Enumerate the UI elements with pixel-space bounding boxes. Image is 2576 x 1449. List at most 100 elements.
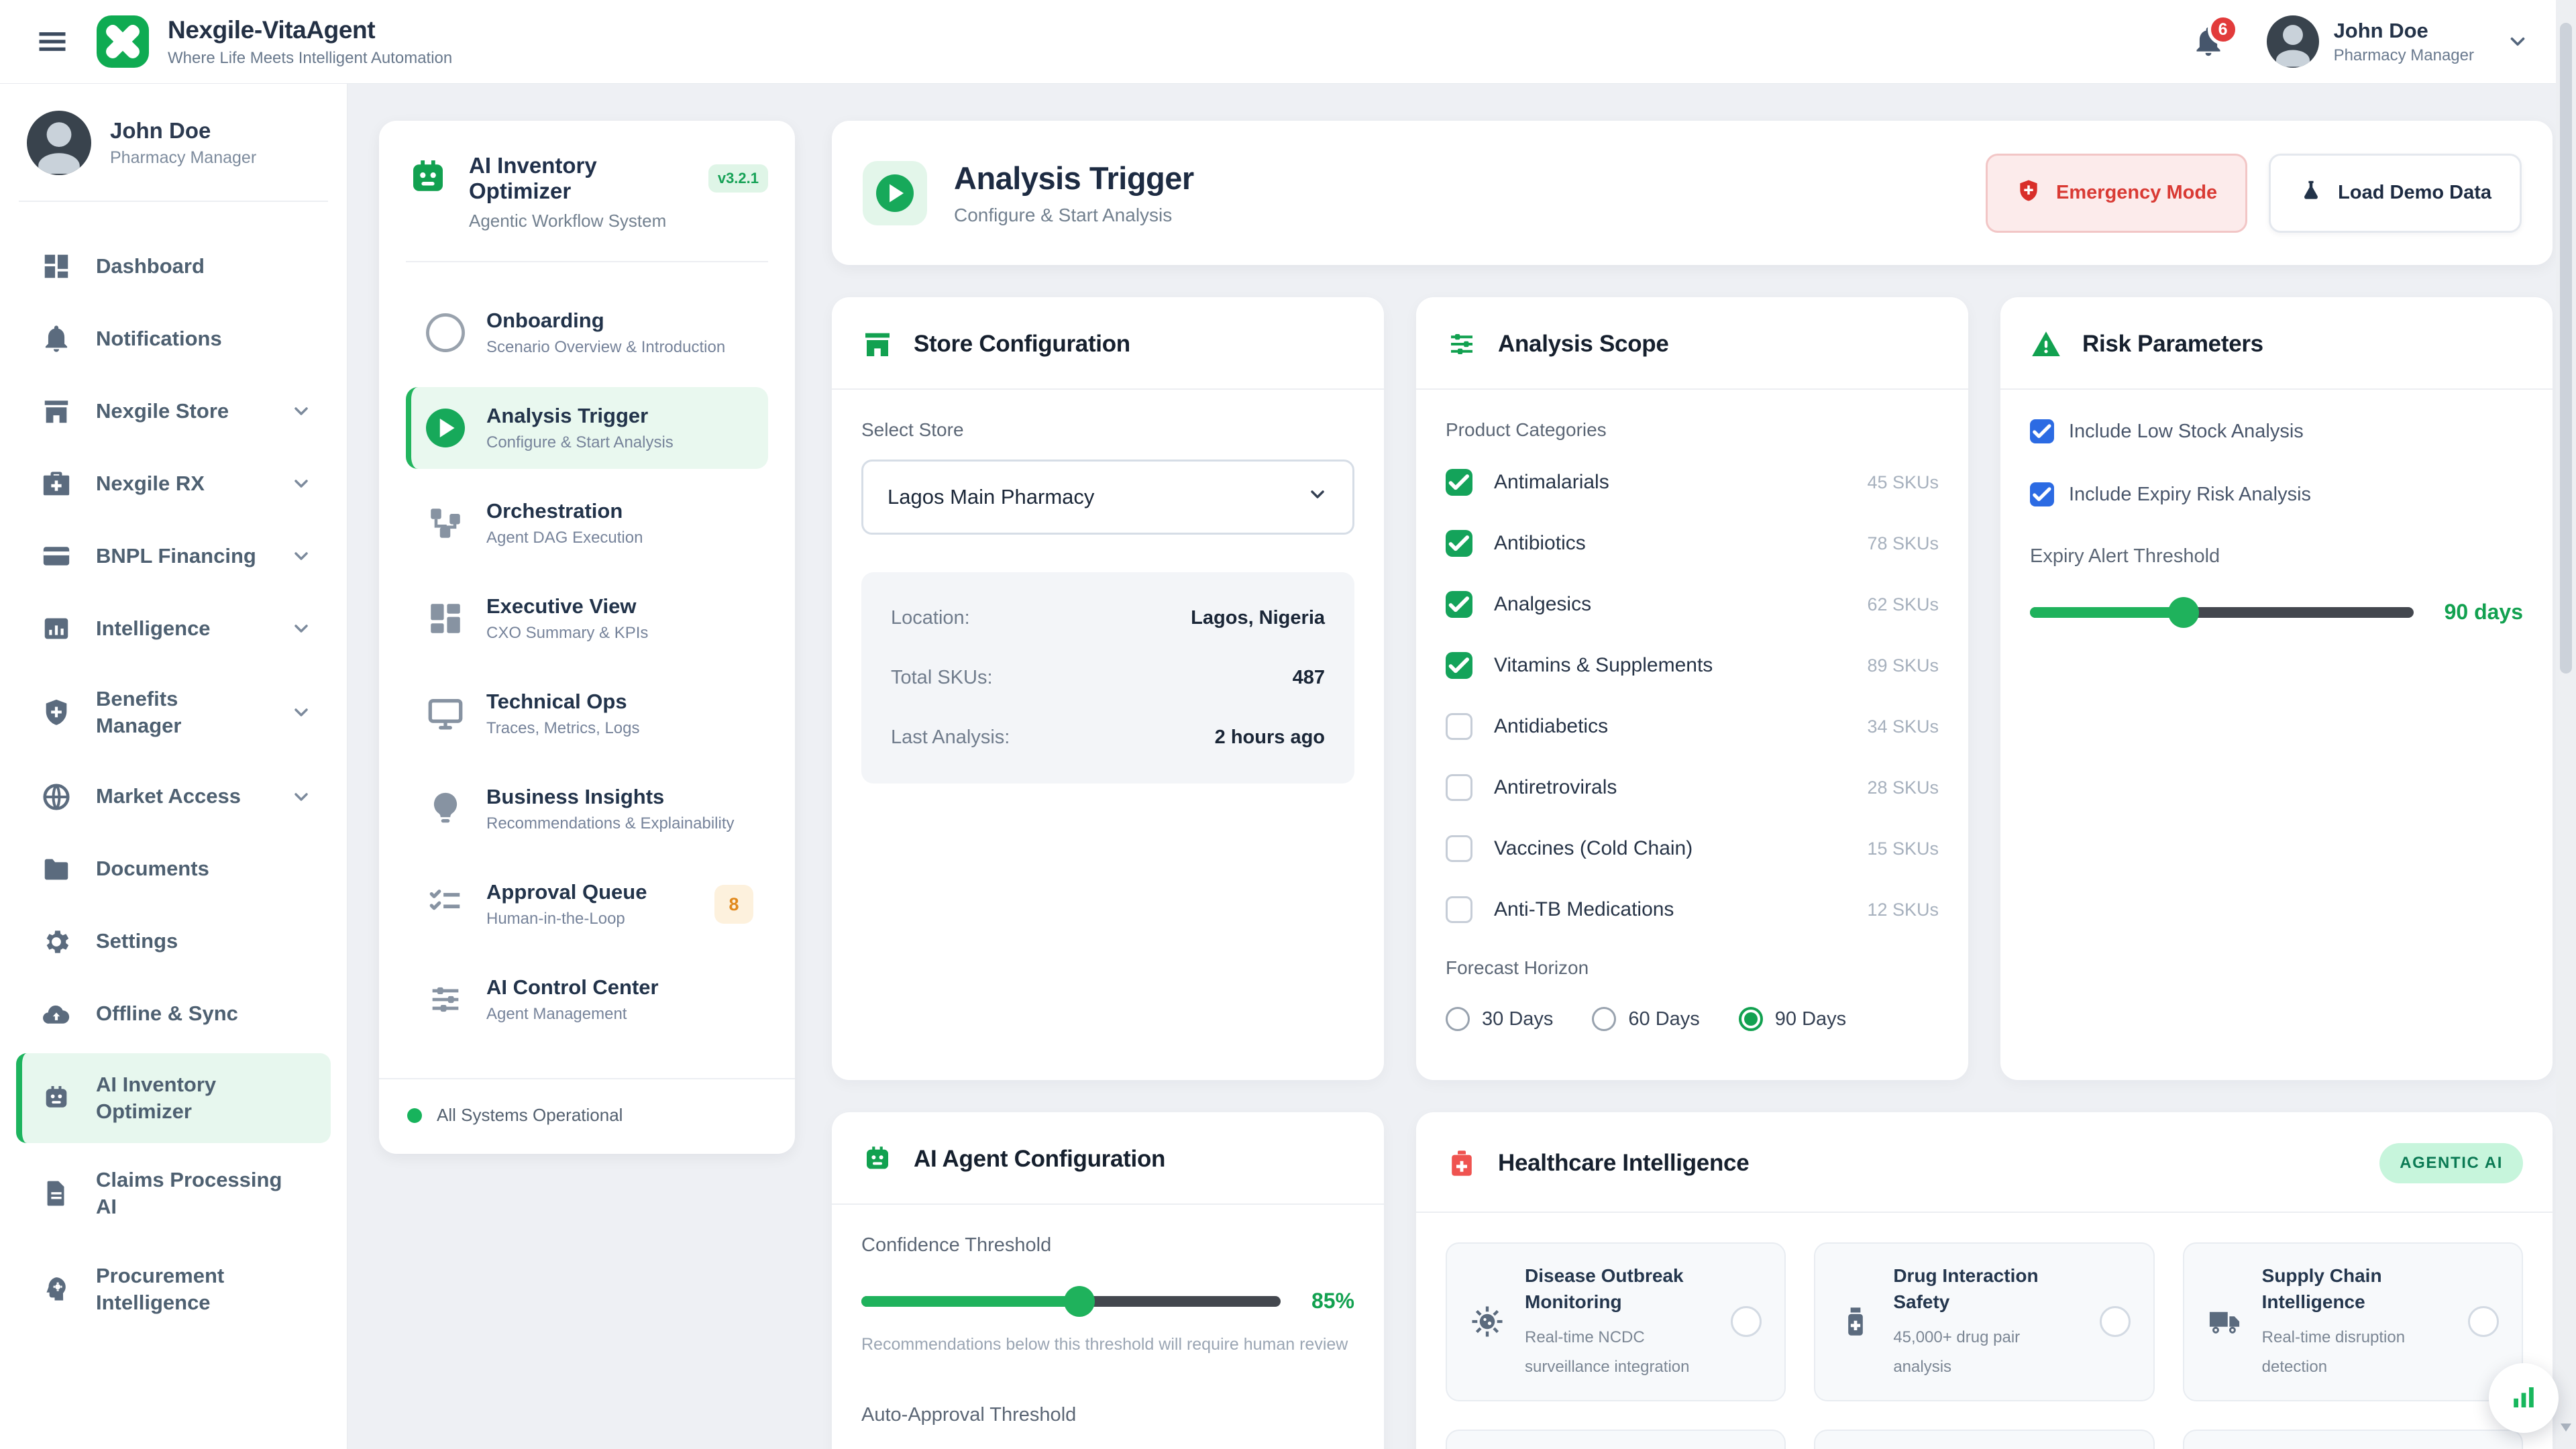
sidebar-item-market-access[interactable]: Market Access xyxy=(16,763,331,830)
confidence-threshold-label: Confidence Threshold xyxy=(861,1234,1354,1256)
sidebar-item-label: Procurement Intelligence xyxy=(96,1263,312,1317)
category-checkbox[interactable] xyxy=(1446,896,1472,923)
subcard-select-circle[interactable] xyxy=(2468,1306,2499,1337)
workflow-step-ai-control-center[interactable]: AI Control CenterAgent Management xyxy=(406,959,768,1040)
emergency-mode-button[interactable]: Emergency Mode xyxy=(1986,154,2247,233)
step-title: Onboarding xyxy=(486,309,753,333)
sidebar-item-label: Documents xyxy=(96,855,312,882)
sidebar-item-nexgile-store[interactable]: Nexgile Store xyxy=(16,378,331,445)
subcard-select-circle[interactable] xyxy=(2100,1306,2131,1337)
forecast-radio-90-days[interactable]: 90 Days xyxy=(1739,1007,1846,1031)
hamburger-menu-icon[interactable] xyxy=(35,24,70,59)
workflow-subtitle: Agentic Workflow System xyxy=(469,211,768,231)
sidebar-item-procurement-intelligence[interactable]: Procurement Intelligence xyxy=(16,1244,331,1335)
sidebar-item-dashboard[interactable]: Dashboard xyxy=(16,233,331,300)
category-checkbox[interactable] xyxy=(1446,652,1472,679)
sidebar-item-nexgile-rx[interactable]: Nexgile RX xyxy=(16,450,331,517)
user-role: Pharmacy Manager xyxy=(2334,46,2474,65)
slider-thumb[interactable] xyxy=(1064,1286,1095,1317)
forecast-radio-60-days[interactable]: 60 Days xyxy=(1592,1007,1699,1031)
confidence-threshold-value: 85% xyxy=(1311,1289,1354,1313)
workflow-panel-header: AI Inventory Optimizer v3.2.1 Agentic Wo… xyxy=(406,153,768,231)
step-title: Approval Queue xyxy=(486,880,693,904)
sidebar-item-label: Nexgile Store xyxy=(96,398,266,425)
sidebar-item-notifications[interactable]: Notifications xyxy=(16,305,331,372)
subcard-select-circle[interactable] xyxy=(1731,1306,1762,1337)
radio-label: 60 Days xyxy=(1628,1008,1699,1030)
category-sku-count: 34 SKUs xyxy=(1867,716,1939,737)
intelligence-subcard-partial[interactable] xyxy=(1814,1430,2154,1449)
page-scrollbar-track[interactable] xyxy=(2556,0,2576,1449)
app-identity: Nexgile-VitaAgent Where Life Meets Intel… xyxy=(168,16,452,68)
analytics-fab-button[interactable] xyxy=(2489,1363,2559,1433)
workflow-step-orchestration[interactable]: OrchestrationAgent DAG Execution xyxy=(406,482,768,564)
chart-icon xyxy=(41,613,72,644)
card-icon xyxy=(41,541,72,572)
category-list: Antimalarials45 SKUsAntibiotics78 SKUsAn… xyxy=(1446,469,1939,923)
sidebar-item-offline-sync[interactable]: Offline & Sync xyxy=(16,981,331,1048)
category-sku-count: 12 SKUs xyxy=(1867,900,1939,920)
sidebar-nav: DashboardNotifications Nexgile Store Nexgi… xyxy=(0,233,347,1334)
intelligence-subcard-partial[interactable] xyxy=(2183,1430,2523,1449)
step-title: Executive View xyxy=(486,594,753,619)
workflow-step-onboarding[interactable]: OnboardingScenario Overview & Introducti… xyxy=(406,292,768,374)
workflow-step-technical-ops[interactable]: Technical OpsTraces, Metrics, Logs xyxy=(406,673,768,755)
pill-icon xyxy=(1838,1304,1873,1339)
play-icon xyxy=(426,409,465,447)
info-value: Lagos, Nigeria xyxy=(1191,607,1325,629)
store-select[interactable]: Lagos Main Pharmacy xyxy=(861,460,1354,535)
chevron-down-icon xyxy=(290,473,312,494)
sidebar-item-ai-inventory-optimizer[interactable]: AI Inventory Optimizer xyxy=(16,1053,331,1144)
user-menu[interactable]: John Doe Pharmacy Manager xyxy=(2267,15,2529,68)
info-label: Location: xyxy=(891,607,970,629)
workflow-step-executive-view[interactable]: Executive ViewCXO Summary & KPIs xyxy=(406,578,768,659)
expiry-threshold-slider[interactable] xyxy=(2030,607,2414,618)
workflow-step-analysis-trigger[interactable]: Analysis Trigger Configure & Start Analys… xyxy=(406,387,768,469)
sidebar-item-benefits-manager[interactable]: Benefits Manager xyxy=(16,667,331,758)
step-subtitle: Configure & Start Analysis xyxy=(486,433,753,452)
medkit-icon xyxy=(41,468,72,499)
sidebar-item-label: Settings xyxy=(96,928,312,955)
category-checkbox[interactable] xyxy=(1446,469,1472,496)
category-sku-count: 28 SKUs xyxy=(1867,777,1939,798)
sidebar-item-settings[interactable]: Settings xyxy=(16,908,331,975)
sidebar-item-documents[interactable]: Documents xyxy=(16,836,331,903)
forecast-radio-30-days[interactable]: 30 Days xyxy=(1446,1007,1553,1031)
category-checkbox[interactable] xyxy=(1446,774,1472,801)
sidebar-item-bnpl-financing[interactable]: BNPL Financing xyxy=(16,523,331,590)
flask-icon xyxy=(2299,178,2323,208)
category-checkbox[interactable] xyxy=(1446,713,1472,740)
intelligence-subcard-supply-chain-intelligence[interactable]: Supply Chain IntelligenceReal-time disru… xyxy=(2183,1242,2523,1401)
load-demo-data-button[interactable]: Load Demo Data xyxy=(2269,154,2522,233)
category-row-antibiotics: Antibiotics78 SKUs xyxy=(1446,530,1939,557)
workflow-step-business-insights[interactable]: Business InsightsRecommendations & Expla… xyxy=(406,768,768,850)
risk-checkbox[interactable] xyxy=(2030,482,2054,506)
chevron-down-icon xyxy=(290,786,312,808)
workflow-step-approval-queue[interactable]: Approval QueueHuman-in-the-Loop8 xyxy=(406,863,768,945)
robot-icon xyxy=(406,156,450,200)
intelligence-subcard-drug-interaction-safety[interactable]: Drug Interaction Safety45,000+ drug pair… xyxy=(1814,1242,2154,1401)
confidence-threshold-slider[interactable] xyxy=(861,1296,1281,1307)
intelligence-subcard-disease-outbreak-monitoring[interactable]: Disease Outbreak MonitoringReal-time NCD… xyxy=(1446,1242,1786,1401)
status-dot xyxy=(407,1108,422,1123)
approval-count-badge: 8 xyxy=(714,885,753,924)
category-row-vaccines-cold-chain: Vaccines (Cold Chain)15 SKUs xyxy=(1446,835,1939,862)
category-name: Anti-TB Medications xyxy=(1494,898,1867,921)
sidebar-item-claims-processing-ai[interactable]: Claims Processing AI xyxy=(16,1148,331,1239)
sidebar-item-intelligence[interactable]: Intelligence xyxy=(16,595,331,662)
category-checkbox[interactable] xyxy=(1446,530,1472,557)
expiry-threshold-label: Expiry Alert Threshold xyxy=(2030,545,2523,568)
risk-checkbox[interactable] xyxy=(2030,419,2054,443)
slider-thumb[interactable] xyxy=(2168,597,2199,628)
play-circle-icon xyxy=(876,174,914,212)
doc-icon xyxy=(41,1178,72,1209)
intelligence-subcard-partial[interactable] xyxy=(1446,1430,1786,1449)
slider-fill xyxy=(2030,607,2184,618)
step-title: Analysis Trigger xyxy=(486,404,753,428)
page-scrollbar-thumb[interactable] xyxy=(2560,23,2572,674)
category-checkbox[interactable] xyxy=(1446,835,1472,862)
dag-icon xyxy=(426,504,465,543)
category-checkbox[interactable] xyxy=(1446,591,1472,618)
chevron-down-icon xyxy=(290,702,312,723)
notifications-bell-button[interactable]: 6 xyxy=(2192,25,2225,58)
